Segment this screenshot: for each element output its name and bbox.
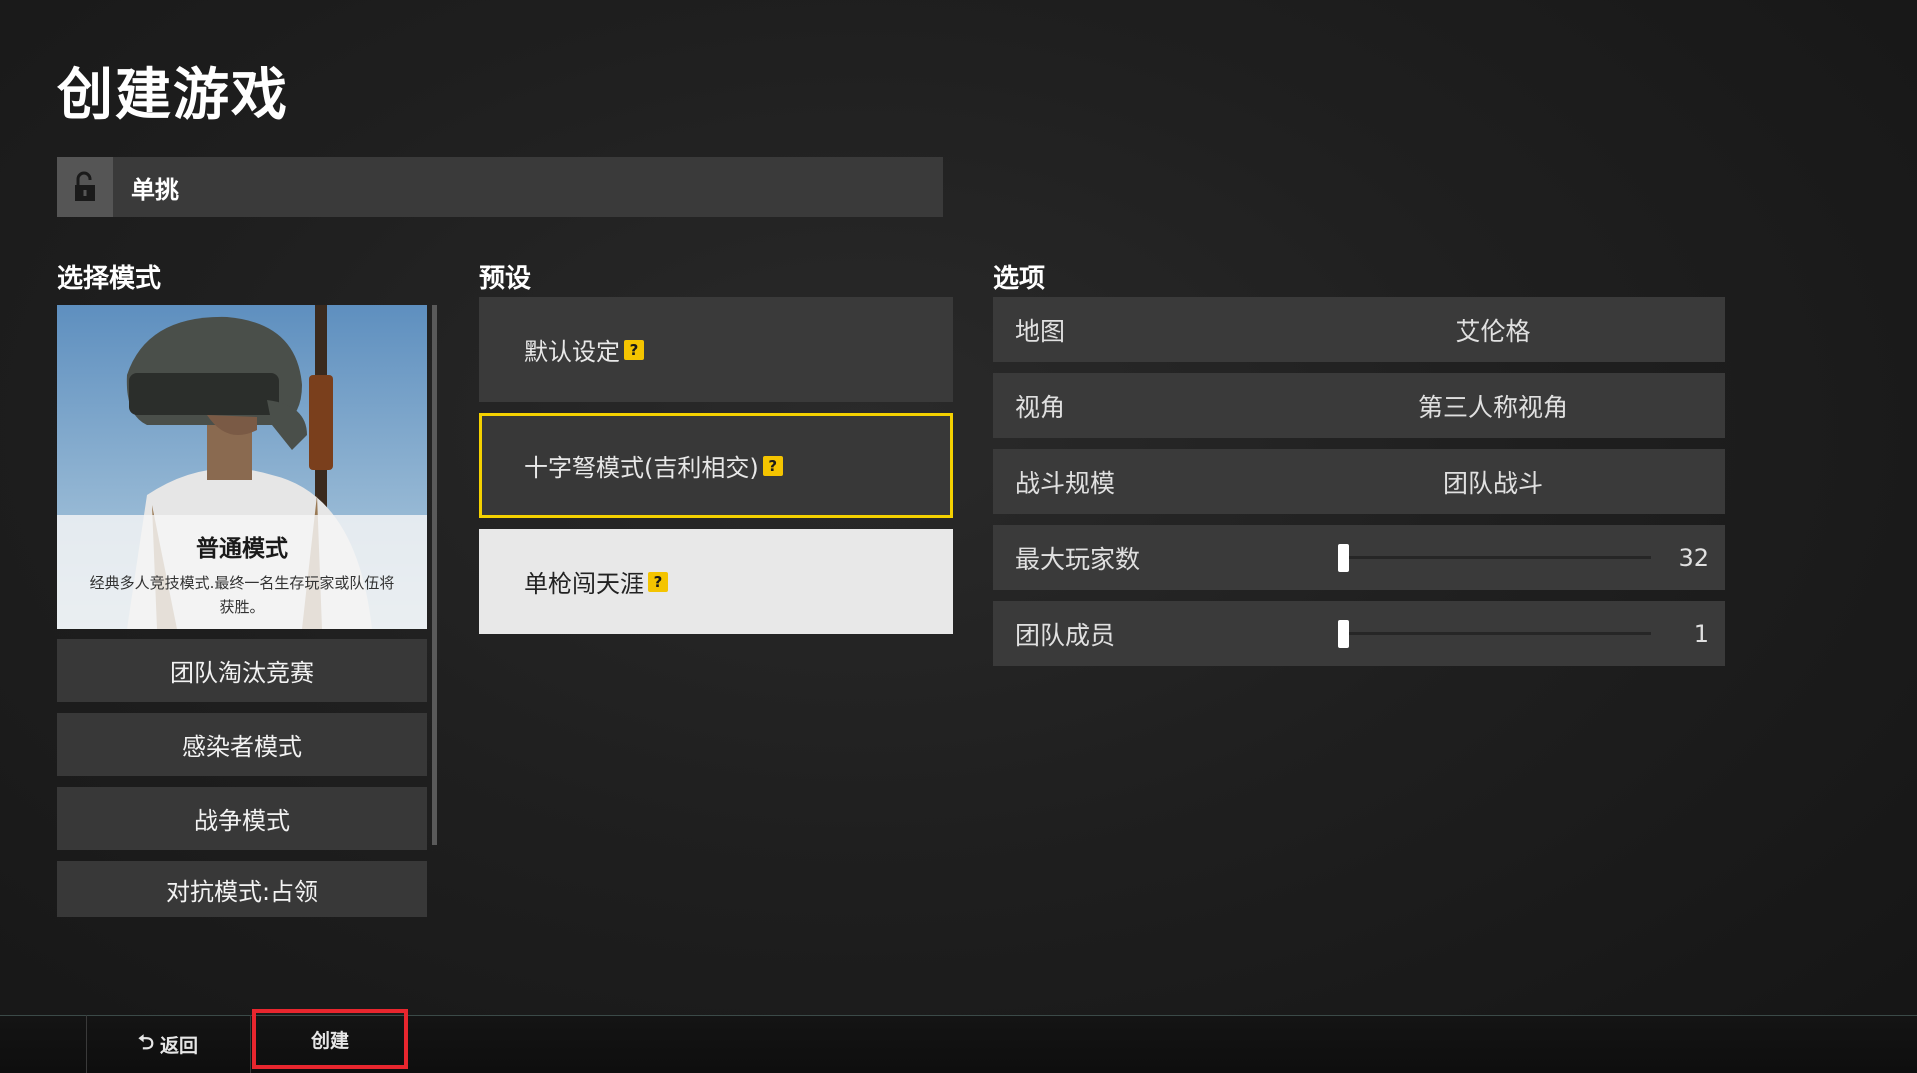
slider-track[interactable] [1343, 556, 1651, 559]
slider-thumb[interactable] [1338, 620, 1349, 648]
help-icon[interactable]: ? [624, 339, 644, 360]
option-label: 视角 [1015, 392, 1066, 422]
mode-card-normal[interactable]: 普通模式 经典多人竞技模式.最终一名生存玩家或队伍将获胜。 [57, 305, 427, 629]
option-value[interactable]: 第三人称视角 [1363, 388, 1623, 424]
slider-value: 32 [1678, 543, 1709, 572]
option-value[interactable]: 艾伦格 [1363, 312, 1623, 348]
options-section-title: 选项 [993, 264, 1046, 294]
back-label: 返回 [160, 1035, 199, 1057]
option-label: 地图 [1015, 316, 1066, 346]
option-label: 战斗规模 [1015, 468, 1116, 498]
preset-section-title: 预设 [479, 264, 532, 294]
mode-item-war[interactable]: 战争模式 [57, 787, 427, 850]
room-name-bar[interactable]: 单挑 [57, 157, 943, 217]
preset-label: 单枪闯天涯 [524, 570, 644, 598]
mode-scrollbar-thumb[interactable] [432, 305, 437, 845]
help-icon[interactable]: ? [648, 571, 668, 592]
slider-track[interactable] [1343, 632, 1651, 635]
option-label: 最大玩家数 [1015, 544, 1141, 574]
option-battle-scale[interactable]: 战斗规模 团队战斗 [993, 449, 1725, 514]
option-perspective[interactable]: 视角 第三人称视角 [993, 373, 1725, 438]
mode-item-infection[interactable]: 感染者模式 [57, 713, 427, 776]
preset-default[interactable]: 默认设定 ? [479, 297, 953, 402]
mode-item-team-deathmatch[interactable]: 团队淘汰竞赛 [57, 639, 427, 702]
bottom-divider [250, 1015, 251, 1073]
option-value[interactable]: 团队战斗 [1363, 464, 1623, 500]
create-label: 创建 [310, 1029, 349, 1052]
option-map[interactable]: 地图 艾伦格 [993, 297, 1725, 362]
create-button[interactable]: 创建 [252, 1009, 408, 1069]
mode-caption: 普通模式 经典多人竞技模式.最终一名生存玩家或队伍将获胜。 [57, 515, 427, 629]
preset-lone-gunman[interactable]: 单枪闯天涯 ? [479, 529, 953, 634]
bottom-divider [86, 1015, 87, 1073]
back-button[interactable]: ⮌ 返回 [88, 1016, 248, 1073]
create-game-screen: 创建游戏 单挑 选择模式 预设 选项 普通模式 经典多人竞技模式.最终一名生存玩… [0, 0, 1917, 1073]
mode-section-title: 选择模式 [57, 264, 162, 294]
preset-label: 十字弩模式(吉利相交) [524, 454, 759, 482]
option-label: 团队成员 [1015, 620, 1116, 650]
help-icon[interactable]: ? [762, 455, 783, 476]
room-name[interactable]: 单挑 [131, 170, 179, 205]
slider-value: 1 [1693, 619, 1709, 648]
mode-item-conquest[interactable]: 对抗模式:占领 [57, 861, 427, 917]
preset-label: 默认设定 [524, 338, 620, 366]
slider-thumb[interactable] [1338, 544, 1349, 572]
mode-description: 经典多人竞技模式.最终一名生存玩家或队伍将获胜。 [89, 574, 395, 616]
undo-arrow-icon: ⮌ [137, 1029, 154, 1054]
preset-crossbow[interactable]: 十字弩模式(吉利相交) ? [479, 413, 953, 518]
lock-open-icon[interactable] [57, 157, 113, 217]
mode-title: 普通模式 [196, 536, 288, 562]
option-max-players: 最大玩家数 32 [993, 525, 1725, 590]
option-team-members: 团队成员 1 [993, 601, 1725, 666]
page-title: 创建游戏 [57, 63, 289, 128]
